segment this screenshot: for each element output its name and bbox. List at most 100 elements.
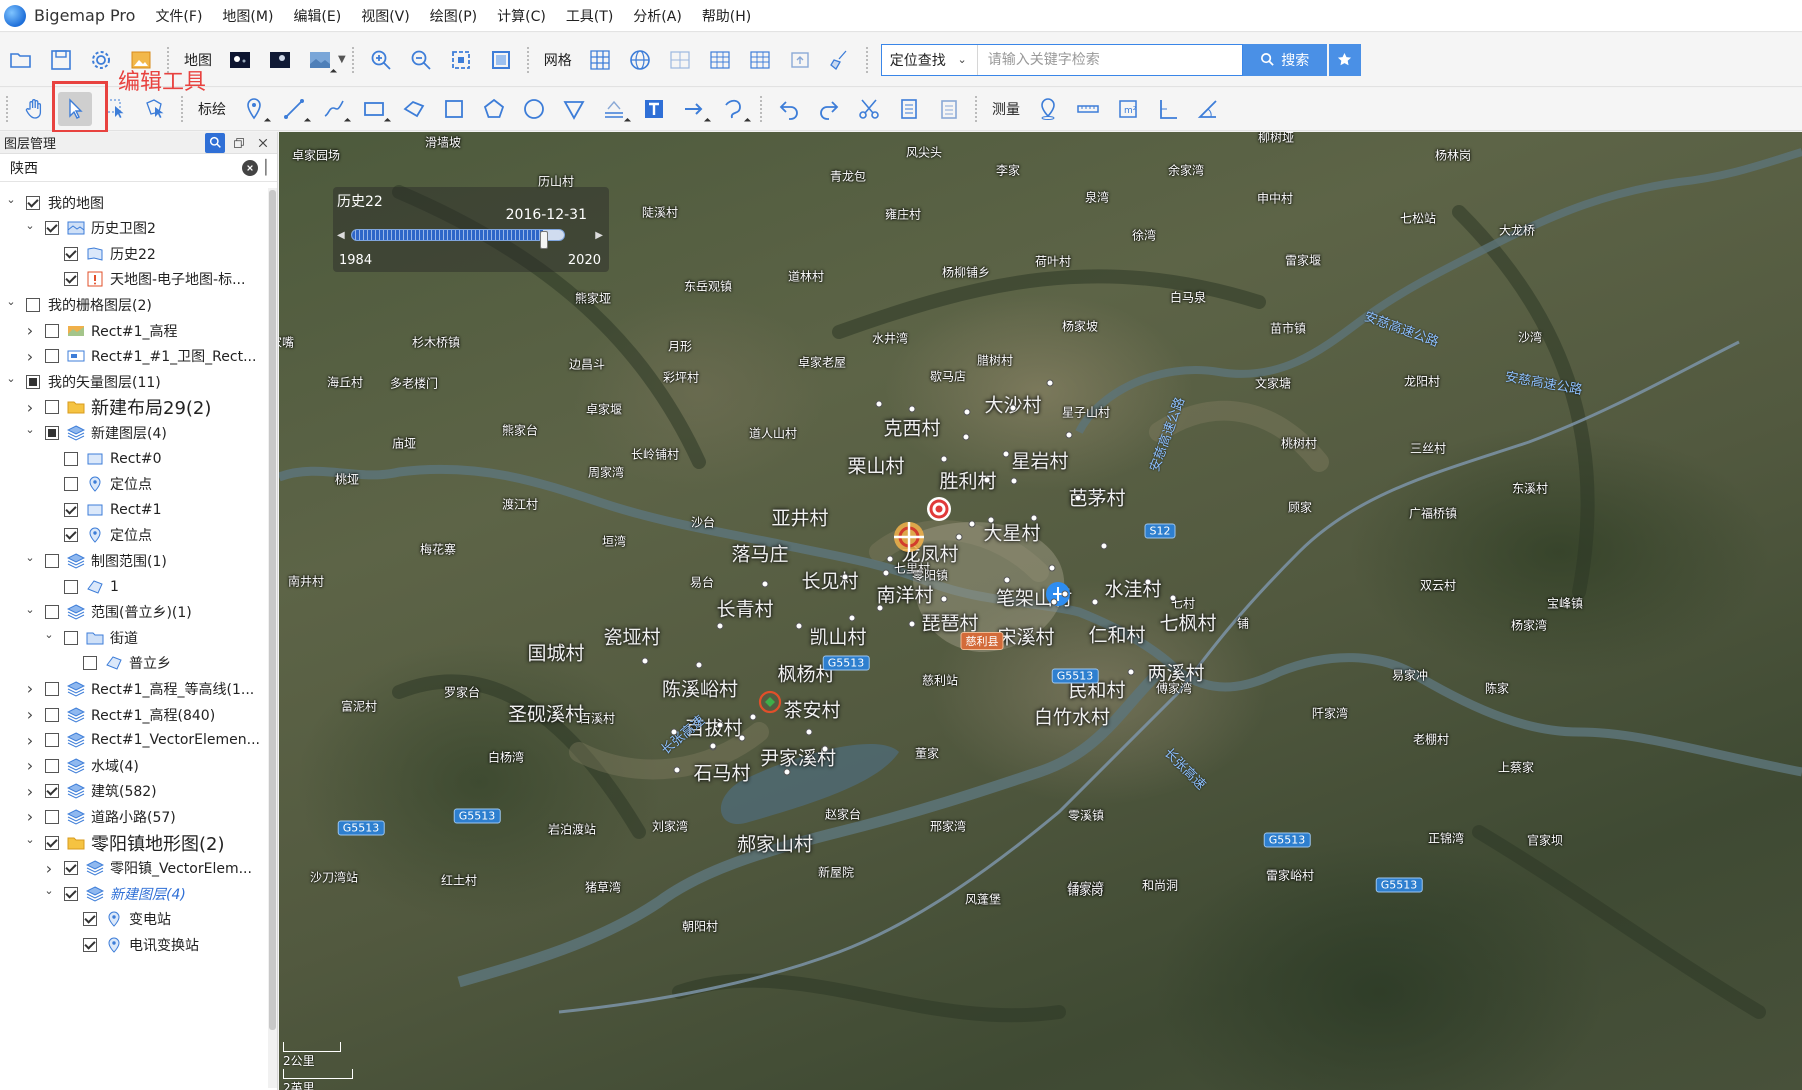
favorite-button[interactable] [1328,43,1361,76]
layer-visibility-checkbox[interactable] [45,323,59,338]
chevron-right-icon[interactable]: › [23,679,37,698]
menu-draw[interactable]: 绘图(P) [430,6,477,26]
copy-button[interactable] [892,92,926,126]
draw-freehand-button[interactable] [317,92,351,126]
menu-file[interactable]: 文件(F) [155,6,202,26]
layer-visibility-checkbox[interactable] [64,886,78,901]
menu-edit[interactable]: 编辑(E) [293,6,341,26]
chevron-down-icon[interactable]: ⌄ [42,884,56,897]
poi-dot[interactable] [848,614,856,622]
layer-visibility-checkbox[interactable] [64,579,78,594]
layer-visibility-checkbox[interactable] [45,784,59,799]
edit-select-button[interactable] [58,92,92,126]
layer-visibility-checkbox[interactable] [64,451,78,466]
poi-dot[interactable] [886,555,894,563]
open-file-button[interactable] [4,43,38,77]
chevron-down-icon[interactable]: ⌄ [23,219,37,232]
chevron-right-icon[interactable]: › [23,782,37,801]
layer-visibility-checkbox[interactable] [45,221,59,236]
poi-dot[interactable] [983,476,991,484]
poi-dot[interactable] [940,595,948,603]
chevron-down-icon[interactable]: ▼ [338,54,346,65]
poi-dot[interactable] [1065,431,1073,439]
layer-visibility-checkbox[interactable] [45,425,59,440]
poi-dot[interactable] [987,516,995,524]
search-mode-select[interactable]: 定位查找 ⌄ [882,44,978,75]
substation-marker-icon[interactable] [758,690,782,714]
target-marker-icon[interactable] [926,496,952,522]
globe-grid-button[interactable] [623,43,657,77]
layer-visibility-checkbox[interactable] [83,656,97,671]
menu-map[interactable]: 地图(M) [222,6,273,26]
poi-dot[interactable] [882,569,890,577]
chevron-right-icon[interactable]: › [23,731,37,750]
menu-view[interactable]: 视图(V) [361,6,410,26]
menu-help[interactable]: 帮助(H) [702,6,751,26]
poi-dot[interactable] [962,433,970,441]
paste-button[interactable] [932,92,966,126]
draw-curve-button[interactable] [717,92,751,126]
chevron-down-icon[interactable]: ⌄ [42,628,56,641]
chevron-right-icon[interactable]: › [23,347,37,366]
map-view[interactable]: 坡家田滑墙坡卓家园场风尖头青龙包李家余家湾柳树垭杨林岗历山村陡溪村雍庄村泉湾申中… [279,132,1802,1090]
poi-dot[interactable] [805,728,813,736]
draw-polygon-button[interactable] [397,92,431,126]
poi-dot[interactable] [761,580,769,588]
poi-dot[interactable] [1046,379,1054,387]
layer-visibility-checkbox[interactable] [26,297,40,312]
draw-sector-button[interactable] [557,92,591,126]
draw-square-button[interactable] [437,92,471,126]
layer-filter-input[interactable] [10,159,242,176]
layer-visibility-checkbox[interactable] [45,758,59,773]
poi-dot[interactable] [821,745,829,753]
layer-visibility-checkbox[interactable] [64,246,78,261]
redo-button[interactable] [812,92,846,126]
chevron-down-icon[interactable]: ⌄ [4,372,18,385]
cut-button[interactable] [852,92,886,126]
poi-dot[interactable] [1100,542,1108,550]
chevron-right-icon[interactable]: › [23,756,37,775]
clear-filter-button[interactable] [242,159,258,176]
layer-visibility-checkbox[interactable] [45,553,59,568]
panel-float-button[interactable] [229,133,249,153]
poi-dot[interactable] [1010,477,1018,485]
panel-scrollbar[interactable] [268,188,277,1088]
poi-dot[interactable] [841,573,849,581]
clear-button[interactable] [823,43,857,77]
chevron-down-icon[interactable]: ⌄ [23,833,37,846]
select-feature-button[interactable] [138,92,172,126]
full-extent-button[interactable] [484,43,518,77]
poi-dot[interactable] [955,533,963,541]
poi-dot[interactable] [709,742,717,750]
poi-dot[interactable] [1002,450,1010,458]
poi-dot[interactable] [1061,590,1069,598]
layer-visibility-checkbox[interactable] [64,272,78,287]
menu-tools[interactable]: 工具(T) [566,6,613,26]
poi-dot[interactable] [795,622,803,630]
timeline-knob[interactable] [539,231,548,249]
map-source-button[interactable] [303,43,337,77]
poi-dot[interactable] [968,520,976,528]
layer-visibility-checkbox[interactable] [64,502,78,517]
layer-visibility-checkbox[interactable] [64,630,78,645]
layer-visibility-checkbox[interactable] [26,374,40,389]
panel-close-button[interactable] [253,133,273,153]
poi-dot[interactable] [749,713,757,721]
poi-dot[interactable] [1009,404,1017,412]
poi-dot[interactable] [908,620,916,628]
poi-dot[interactable] [963,408,971,416]
layer-visibility-checkbox[interactable] [45,605,59,620]
poi-dot[interactable] [1169,594,1177,602]
chevron-down-icon[interactable]: ⌄ [4,193,18,206]
draw-text-button[interactable] [637,92,671,126]
zoom-in-button[interactable] [364,43,398,77]
draw-rectangle-button[interactable] [357,92,391,126]
chevron-down-icon[interactable]: ⌄ [23,551,37,564]
draw-arrow-button[interactable] [677,92,711,126]
measure-point-button[interactable] [1031,92,1065,126]
layer-visibility-checkbox[interactable] [45,835,59,850]
mgrs-grid-button[interactable] [743,43,777,77]
layer-visibility-checkbox[interactable] [45,681,59,696]
measure-angle-button[interactable] [1191,92,1225,126]
layer-visibility-checkbox[interactable] [83,937,97,952]
